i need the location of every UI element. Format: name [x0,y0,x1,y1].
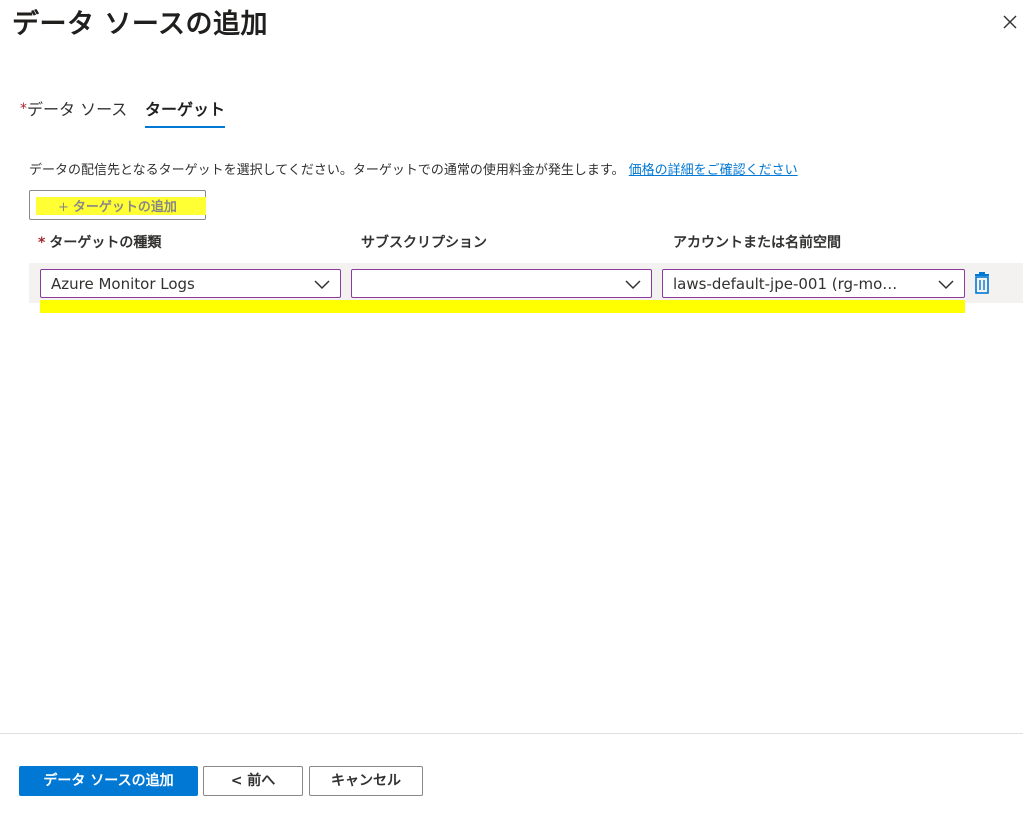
add-data-source-button[interactable]: データ ソースの追加 [19,766,198,796]
dropdown-value: laws-default-jpe-001 (rg-mo… [673,275,898,293]
chevron-down-icon [938,280,954,290]
plus-icon: + [58,200,69,215]
chevron-down-icon [625,280,641,290]
column-header-account: アカウントまたは名前空間 [673,235,841,251]
required-marker: * [20,101,27,117]
target-type-dropdown[interactable]: Azure Monitor Logs [40,269,341,298]
pricing-details-link[interactable]: 価格の詳細をご確認ください [629,163,798,178]
chevron-down-icon [314,280,330,290]
tab-label: ターゲット [145,100,226,119]
tab-target[interactable]: ターゲット [145,96,226,128]
panel-title: データ ソースの追加 [12,9,269,40]
previous-button[interactable]: < 前へ [203,766,303,796]
cancel-button[interactable]: キャンセル [309,766,423,796]
close-icon[interactable] [999,11,1021,33]
account-dropdown[interactable]: laws-default-jpe-001 (rg-mo… [662,269,965,298]
add-target-label: ターゲットの追加 [72,200,177,215]
target-description: データの配信先となるターゲットを選択してください。ターゲットでの通常の使用料金が… [29,159,798,178]
column-label: ターゲットの種類 [49,235,162,251]
active-tab-indicator [145,126,226,128]
add-target-button[interactable]: + ターゲットの追加 [29,190,206,220]
subscription-dropdown[interactable] [351,269,652,298]
column-header-subscription: サブスクリプション [361,235,487,251]
tab-data-source[interactable]: *データ ソース [20,96,127,128]
highlight-mark [40,300,965,313]
column-header-target-type: * ターゲットの種類 [38,232,161,252]
trash-icon[interactable] [973,272,991,294]
add-data-source-panel: データ ソースの追加 *データ ソース ターゲット データの配信先となるターゲッ… [0,0,1023,816]
tab-label: データ ソース [27,100,128,119]
dropdown-value: Azure Monitor Logs [51,275,195,293]
required-marker: * [38,235,46,251]
description-text: データの配信先となるターゲットを選択してください。ターゲットでの通常の使用料金が… [29,163,625,178]
footer-divider [0,733,1023,734]
